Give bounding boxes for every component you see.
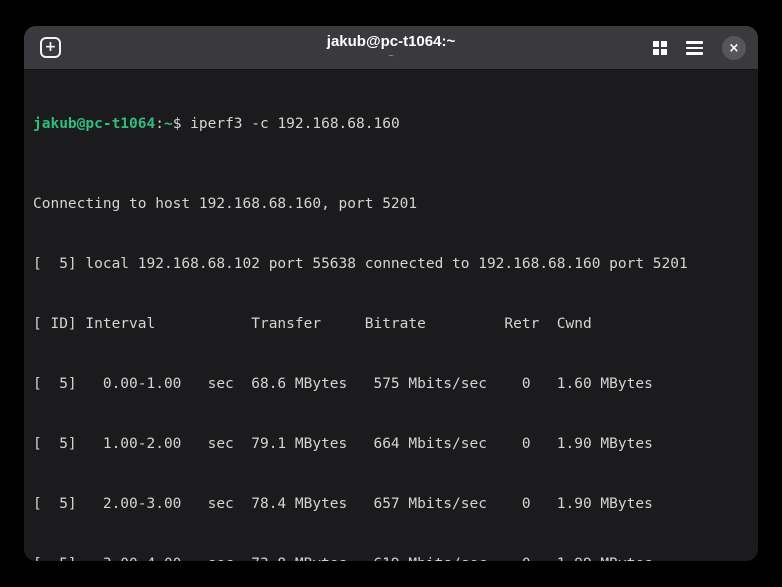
prompt-symbol: $ <box>172 116 191 132</box>
close-icon: × <box>728 40 740 56</box>
terminal-output-line: [ 5] local 192.168.68.102 port 55638 con… <box>33 256 688 272</box>
plus-icon: + <box>44 39 57 55</box>
new-tab-button[interactable]: + <box>40 37 61 58</box>
menu-button[interactable] <box>686 41 703 55</box>
window-subtitle: ~ <box>388 50 394 62</box>
titlebar[interactable]: + jakub@pc-t1064:~ ~ × <box>24 26 758 70</box>
titlebar-actions: × <box>653 26 746 70</box>
close-button[interactable]: × <box>722 36 746 60</box>
terminal-screen[interactable]: jakub@pc-t1064:~$ iperf3 -c 192.168.68.1… <box>24 70 758 561</box>
terminal-output-line: [ 5] 0.00-1.00 sec 68.6 MBytes 575 Mbits… <box>33 376 653 392</box>
prompt-line: jakub@pc-t1064:~$ iperf3 -c 192.168.68.1… <box>33 114 749 134</box>
tab-overview-button[interactable] <box>653 41 667 55</box>
prompt-path: ~ <box>163 116 173 132</box>
window-title: jakub@pc-t1064:~ <box>326 32 456 50</box>
terminal-output-line: Connecting to host 192.168.68.160, port … <box>33 196 418 212</box>
command-text: iperf3 -c 192.168.68.160 <box>190 116 400 132</box>
terminal-output-line: [ ID] Interval Transfer Bitrate Retr Cwn… <box>33 316 592 332</box>
desktop-background: + jakub@pc-t1064:~ ~ × jakub@pc-t1064:~$… <box>0 0 782 587</box>
terminal-window: + jakub@pc-t1064:~ ~ × jakub@pc-t1064:~$… <box>24 26 758 561</box>
hamburger-menu-icon <box>686 41 703 55</box>
terminal-output-line: [ 5] 2.00-3.00 sec 78.4 MBytes 657 Mbits… <box>33 496 653 512</box>
prompt-user-host: jakub@pc-t1064 <box>33 116 156 132</box>
grid-icon <box>653 41 667 55</box>
prompt-colon: : <box>155 116 164 132</box>
terminal-output-line: [ 5] 1.00-2.00 sec 79.1 MBytes 664 Mbits… <box>33 436 653 452</box>
terminal-output-line: [ 5] 3.00-4.00 sec 73.8 MBytes 619 Mbits… <box>33 554 749 561</box>
title-block: jakub@pc-t1064:~ ~ <box>191 33 591 63</box>
